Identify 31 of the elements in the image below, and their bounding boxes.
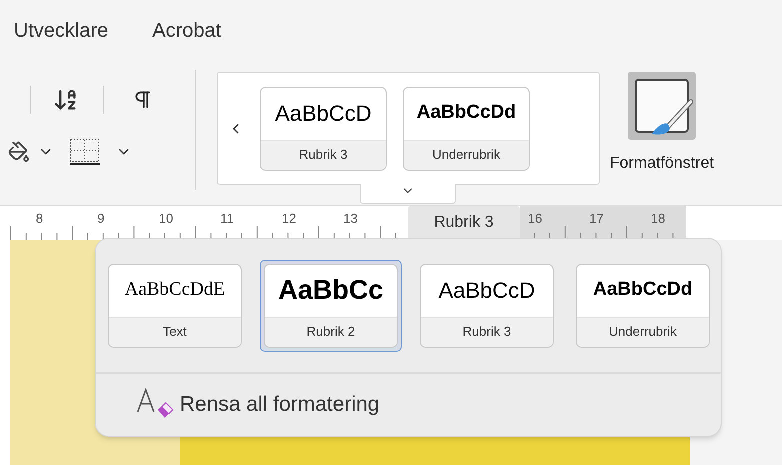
style-name: Underrubrik (577, 316, 709, 346)
style-card[interactable]: AaBbCcDd Underrubrik (403, 86, 530, 170)
styles-pane-icon[interactable] (628, 72, 696, 140)
style-name: Text (109, 316, 241, 346)
ruler-number: 10 (159, 210, 174, 228)
ruler-number: 18 (651, 210, 666, 228)
style-preview: AaBbCcD (438, 277, 536, 305)
ruler-number: 12 (282, 210, 296, 228)
ruler-number: 16 (528, 210, 542, 228)
ruler-number: 11 (220, 210, 234, 228)
style-name: Underrubrik (404, 140, 529, 170)
style-preview: AaBbCcDd (416, 101, 518, 126)
style-name: Rubrik 2 (265, 316, 397, 346)
menu-tab[interactable]: Acrobat (152, 16, 222, 46)
ruler-number: 17 (590, 210, 604, 228)
ruler-number: 8 (36, 210, 44, 228)
style-preview: AaBbCcD (274, 100, 373, 128)
style-preview: AaBbCc (277, 274, 385, 308)
style-card[interactable]: AaBbCcD Rubrik 3 (260, 86, 387, 170)
style-name: Rubrik 3 (261, 140, 386, 170)
styles-pane-label[interactable]: Formatfönstret (610, 152, 714, 176)
borders-icon[interactable] (70, 139, 100, 165)
paint-bucket-icon[interactable] (8, 141, 30, 163)
style-preview: AaBbCcDd (592, 278, 694, 302)
ruler-number: 9 (98, 210, 105, 228)
style-name: Rubrik 3 (421, 316, 553, 346)
tooltip: Rubrik 3 (408, 206, 520, 240)
clear-formatting-item[interactable]: Rensa all formatering (96, 374, 721, 436)
menu-tab[interactable]: Utvecklare (14, 16, 108, 46)
ruler-number: 13 (344, 210, 358, 228)
style-preview: AaBbCcDdE (124, 278, 226, 302)
